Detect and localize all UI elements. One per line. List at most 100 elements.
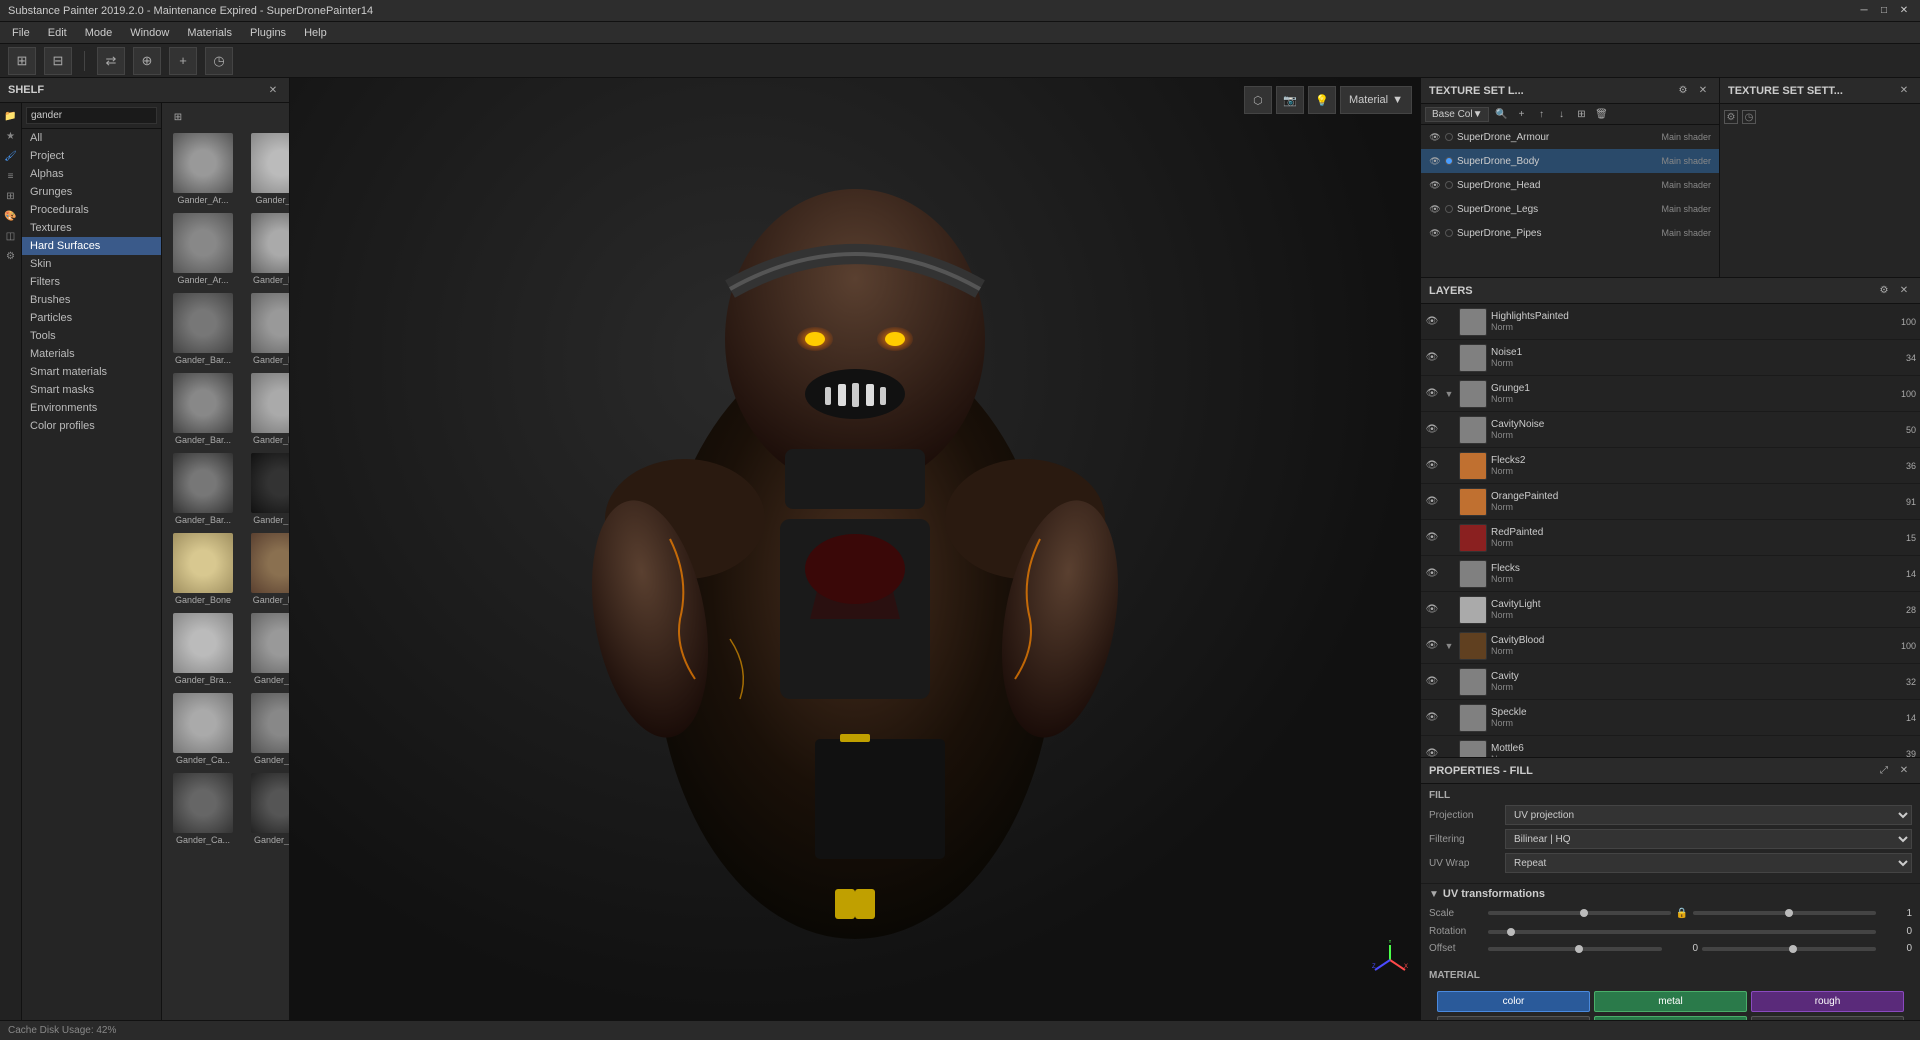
brush-icon[interactable]: 🖌	[2, 147, 20, 165]
vis-icon-legs[interactable]: 👁	[1429, 203, 1441, 215]
add-button[interactable]: +	[169, 47, 197, 75]
folder-icon[interactable]: 📁	[2, 107, 20, 125]
tex-set-body[interactable]: 👁 SuperDrone_Body Main shader	[1421, 149, 1719, 173]
viewport-tool-3[interactable]: 💡	[1308, 86, 1336, 114]
cat-smart-materials[interactable]: Smart materials	[22, 363, 161, 381]
menu-help[interactable]: Help	[296, 25, 335, 41]
layer-expand-9[interactable]: ▼	[1443, 640, 1455, 652]
layer-vis-2[interactable]: 👁	[1425, 387, 1439, 401]
asset-item-10[interactable]: Gander_Bone	[166, 531, 240, 607]
layer-highlights-painted[interactable]: 👁 HighlightsPainted Norm 100	[1421, 304, 1920, 340]
cat-color-profiles[interactable]: Color profiles	[22, 417, 161, 435]
tex-set-pipes[interactable]: 👁 SuperDrone_Pipes Main shader	[1421, 221, 1719, 245]
properties-expand-icon[interactable]: ⤢	[1876, 763, 1892, 779]
asset-item-5[interactable]: Gander_Bar...	[244, 291, 289, 367]
mat-btn-metal[interactable]: metal	[1594, 991, 1747, 1012]
layer-expand-4[interactable]	[1443, 460, 1455, 472]
vis-icon-body[interactable]: 👁	[1429, 155, 1441, 167]
layer-expand-5[interactable]	[1443, 496, 1455, 508]
layer-expand-8[interactable]	[1443, 604, 1455, 616]
cat-environments[interactable]: Environments	[22, 399, 161, 417]
asset-item-7[interactable]: Gander_Bar...	[244, 371, 289, 447]
tss-close-button[interactable]: ✕	[1896, 83, 1912, 99]
tsl-tool-4[interactable]: ↓	[1553, 106, 1569, 122]
cat-all[interactable]: All	[22, 129, 161, 147]
layer-vis-9[interactable]: 👁	[1425, 639, 1439, 653]
layer-vis-12[interactable]: 👁	[1425, 747, 1439, 758]
layer-cavity-light[interactable]: 👁 CavityLight Norm 28	[1421, 592, 1920, 628]
settings-icon-2[interactable]: ◷	[1742, 110, 1756, 124]
rotation-slider[interactable]	[1488, 930, 1876, 934]
scale-slider-2[interactable]	[1693, 911, 1876, 915]
uv-collapse-icon[interactable]: ▼	[1429, 889, 1439, 900]
layer-vis-6[interactable]: 👁	[1425, 531, 1439, 545]
projection-dropdown[interactable]: UV projection	[1505, 805, 1912, 825]
offset-slider-1[interactable]	[1488, 947, 1662, 951]
layer-orange-painted[interactable]: 👁 OrangePainted Norm 91	[1421, 484, 1920, 520]
mat-btn-color[interactable]: color	[1437, 991, 1590, 1012]
asset-item-15[interactable]: Gander_Ca...	[244, 691, 289, 767]
material-dropdown[interactable]: Material ▼	[1340, 86, 1412, 114]
cat-procedurals[interactable]: Procedurals	[22, 201, 161, 219]
cat-materials[interactable]: Materials	[22, 345, 161, 363]
asset-item-9[interactable]: Gander_Bla...	[244, 451, 289, 527]
layers-settings-icon[interactable]: ⚙	[1876, 283, 1892, 299]
cat-particles[interactable]: Particles	[22, 309, 161, 327]
menu-materials[interactable]: Materials	[179, 25, 240, 41]
asset-item-6[interactable]: Gander_Bar...	[166, 371, 240, 447]
asset-item-12[interactable]: Gander_Bra...	[166, 611, 240, 687]
menu-edit[interactable]: Edit	[40, 25, 75, 41]
layer-expand-2[interactable]: ▼	[1443, 388, 1455, 400]
close-button[interactable]: ✕	[1896, 3, 1912, 19]
layer-expand-1[interactable]	[1443, 352, 1455, 364]
asset-item-8[interactable]: Gander_Bar...	[166, 451, 240, 527]
offset-slider-thumb-1[interactable]	[1575, 945, 1583, 953]
layer-noise1[interactable]: 👁 Noise1 Norm 34	[1421, 340, 1920, 376]
layer-expand-7[interactable]	[1443, 568, 1455, 580]
layer-red-painted[interactable]: 👁 RedPainted Norm 15	[1421, 520, 1920, 556]
layer-expand-3[interactable]	[1443, 424, 1455, 436]
layer-vis-0[interactable]: 👁	[1425, 315, 1439, 329]
cat-brushes[interactable]: Brushes	[22, 291, 161, 309]
properties-close-button[interactable]: ✕	[1896, 763, 1912, 779]
layer-speckle[interactable]: 👁 Speckle Norm 14	[1421, 700, 1920, 736]
tsl-tool-6[interactable]: 🗑	[1593, 106, 1609, 122]
viewport[interactable]: ⬡ 📷 💡 Material ▼ Y X Z	[290, 78, 1420, 1020]
menu-mode[interactable]: Mode	[77, 25, 121, 41]
cat-filters[interactable]: Filters	[22, 273, 161, 291]
layer-vis-4[interactable]: 👁	[1425, 459, 1439, 473]
maximize-button[interactable]: □	[1876, 3, 1892, 19]
layer-expand-0[interactable]	[1443, 316, 1455, 328]
scale-slider-thumb[interactable]	[1580, 909, 1588, 917]
base-col-dropdown[interactable]: Base Col▼	[1425, 107, 1489, 122]
settings-icon[interactable]: ⚙	[2, 247, 20, 265]
layer-flecks2[interactable]: 👁 Flecks2 Norm 36	[1421, 448, 1920, 484]
cat-alphas[interactable]: Alphas	[22, 165, 161, 183]
vis-icon-pipes[interactable]: 👁	[1429, 227, 1441, 239]
grid-icon[interactable]: ⊞	[2, 187, 20, 205]
tsl-close-button[interactable]: ✕	[1695, 83, 1711, 99]
viewport-tool-2[interactable]: 📷	[1276, 86, 1304, 114]
asset-item-2[interactable]: Gander_Ar...	[166, 211, 240, 287]
rotation-button[interactable]: ⊕	[133, 47, 161, 75]
asset-item-3[interactable]: Gander_Bar...	[244, 211, 289, 287]
cat-skin[interactable]: Skin	[22, 255, 161, 273]
grid-view-button[interactable]: ⊞	[8, 47, 36, 75]
tex-set-head[interactable]: 👁 SuperDrone_Head Main shader	[1421, 173, 1719, 197]
layer-flecks[interactable]: 👁 Flecks Norm 14	[1421, 556, 1920, 592]
scale-lock-icon[interactable]: 🔒	[1675, 906, 1689, 920]
rotation-slider-thumb[interactable]	[1507, 928, 1515, 936]
scale-slider-thumb-2[interactable]	[1785, 909, 1793, 917]
tsl-settings-icon[interactable]: ⚙	[1675, 83, 1691, 99]
grid-toggle-button[interactable]: ⊞	[170, 109, 186, 125]
vis-icon-armour[interactable]: 👁	[1429, 131, 1441, 143]
shelf-search-input[interactable]	[26, 107, 157, 124]
viewport-tool-1[interactable]: ⬡	[1244, 86, 1272, 114]
layer-mottle6[interactable]: 👁 Mottle6 Norm 39	[1421, 736, 1920, 757]
shelf-close-button[interactable]: ✕	[265, 82, 281, 98]
layer-vis-7[interactable]: 👁	[1425, 567, 1439, 581]
asset-item-13[interactable]: Gander_Ca...	[244, 611, 289, 687]
asset-item-14[interactable]: Gander_Ca...	[166, 691, 240, 767]
cat-smart-masks[interactable]: Smart masks	[22, 381, 161, 399]
layer-cavity-blood[interactable]: 👁 ▼ CavityBlood Norm 100	[1421, 628, 1920, 664]
